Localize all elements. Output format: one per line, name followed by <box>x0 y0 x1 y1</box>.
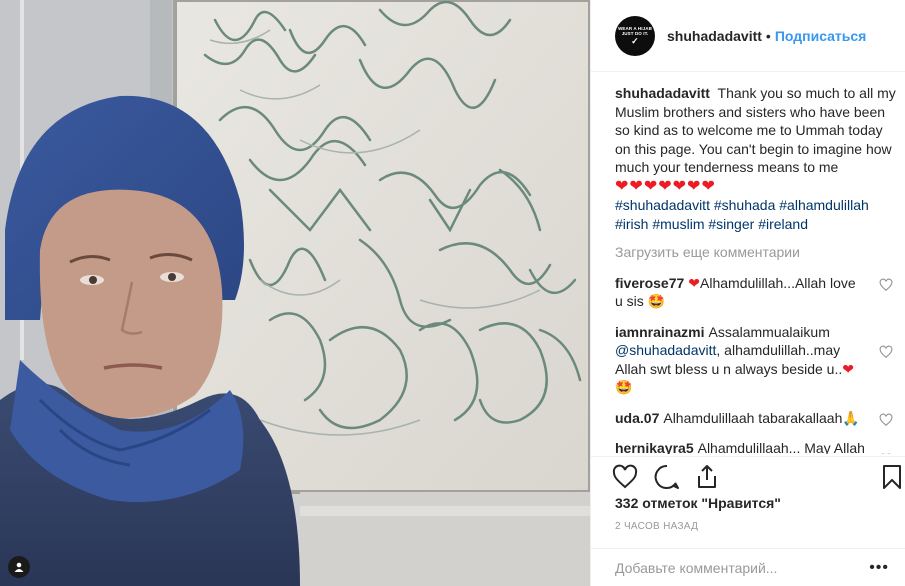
heart-outline-icon[interactable] <box>611 463 639 491</box>
comment-username[interactable]: hernikayra5 <box>615 440 694 454</box>
comment: fiverose77 ❤Alhamdulillah...Allah love u … <box>615 274 897 311</box>
hashtag[interactable]: #shuhada <box>714 197 776 213</box>
post-side-panel: WEAR A HIJAB JUST DO IT. ✓ shuhadadavitt… <box>590 0 905 586</box>
post-photo[interactable] <box>0 0 590 586</box>
post-header: WEAR A HIJAB JUST DO IT. ✓ shuhadadavitt… <box>591 0 905 72</box>
load-more-comments-button[interactable]: Загрузить еще комментарии <box>615 243 897 262</box>
action-bar <box>591 456 905 494</box>
comment-username[interactable]: fiverose77 <box>615 275 684 291</box>
header-username[interactable]: shuhadadavitt <box>667 28 762 44</box>
swoosh-icon: ✓ <box>631 36 639 46</box>
folded-hands-emoji: 🙏 <box>842 409 860 426</box>
comment-like-heart-icon[interactable] <box>879 413 893 427</box>
comment-username[interactable]: uda.07 <box>615 410 659 426</box>
avatar[interactable]: WEAR A HIJAB JUST DO IT. ✓ <box>615 15 655 56</box>
comment-bubble-icon[interactable] <box>653 463 681 491</box>
star-struck-emoji: 🤩 <box>615 379 633 395</box>
comments-section[interactable]: shuhadadavitt Thank you so much to all m… <box>615 84 897 454</box>
photo-illustration <box>0 0 590 586</box>
mention-link[interactable]: @shuhadadavitt <box>615 342 716 358</box>
comment-like-heart-icon[interactable] <box>879 345 893 359</box>
likes-count[interactable]: 332 отметок "Нравится" <box>615 495 781 511</box>
star-struck-emoji: 🤩 <box>647 293 666 309</box>
person-tag-icon[interactable] <box>8 556 30 578</box>
comment-like-heart-icon[interactable] <box>879 453 893 454</box>
comment: hernikayra5Alhamdulillaah... May Allah b… <box>615 439 897 454</box>
caption-hearts: ❤❤❤❤❤❤❤ <box>615 177 716 195</box>
share-icon[interactable] <box>693 463 721 491</box>
comment-text-before: Assalammualaikum <box>708 323 830 340</box>
hashtag[interactable]: #singer <box>708 216 754 232</box>
add-comment-bar: ••• <box>591 548 905 586</box>
red-heart-emoji: ❤ <box>842 360 854 377</box>
comment-like-heart-icon[interactable] <box>879 278 893 292</box>
more-options-icon[interactable]: ••• <box>869 559 889 577</box>
hashtag[interactable]: #irish <box>615 216 648 232</box>
comment-input[interactable] <box>615 559 870 576</box>
hashtag[interactable]: #ireland <box>758 216 808 232</box>
comment-username[interactable]: iamnrainazmi <box>615 324 704 340</box>
post-timestamp[interactable]: 2 часов назад <box>615 521 698 532</box>
follow-button[interactable]: Подписаться <box>775 28 867 44</box>
caption-hashtags: #shuhadadavitt #shuhada #alhamdulillah #… <box>615 196 897 233</box>
bookmark-icon[interactable] <box>878 463 905 491</box>
red-heart-emoji: ❤ <box>688 274 701 291</box>
comment: iamnrainazmi Assalammualaikum @shuhadadav… <box>615 323 897 397</box>
comment: uda.07 Alhamdulillaah tabarakallaah🙏 <box>615 409 897 428</box>
hashtag[interactable]: #alhamdulillah <box>779 197 869 213</box>
comment-text: Alhamdulillaah tabarakallaah <box>663 409 843 426</box>
hashtag[interactable]: #shuhadadavitt <box>615 197 710 213</box>
caption: shuhadadavitt Thank you so much to all m… <box>615 84 897 233</box>
header-separator: • <box>765 27 771 44</box>
hashtag[interactable]: #muslim <box>652 216 704 232</box>
caption-username[interactable]: shuhadadavitt <box>615 85 710 101</box>
